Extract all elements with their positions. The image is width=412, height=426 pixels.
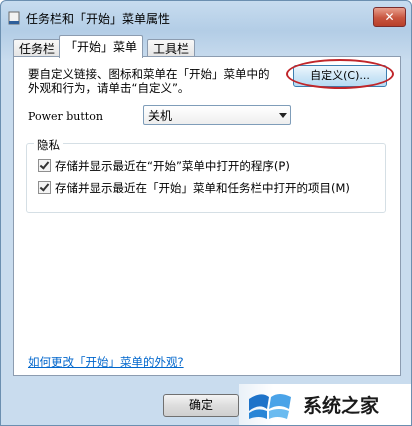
checkbox-items[interactable] <box>38 181 51 194</box>
power-button-value: 关机 <box>148 109 173 123</box>
customize-description: 要自定义链接、图标和菜单在「开始」菜单中的 外观和行为，请单击“自定义”。 <box>28 67 298 95</box>
window-title: 任务栏和「开始」菜单属性 <box>26 12 171 26</box>
privacy-group-title: 隐私 <box>34 137 63 153</box>
description-line-1: 要自定义链接、图标和菜单在「开始」菜单中的 <box>28 67 270 81</box>
ok-button[interactable]: 确定 <box>163 394 239 417</box>
customize-button[interactable]: 自定义(C)... <box>293 65 387 87</box>
checkbox-programs[interactable] <box>38 159 51 172</box>
privacy-option-items[interactable]: 存储并显示最近在「开始」菜单和任务栏中打开的项目(M) <box>38 180 350 196</box>
tab-start-menu[interactable]: 「开始」菜单 <box>59 35 144 58</box>
description-line-2: 外观和行为，请单击“自定义”。 <box>28 81 190 95</box>
start-menu-panel: 要自定义链接、图标和菜单在「开始」菜单中的 外观和行为，请单击“自定义”。 自定… <box>13 56 401 376</box>
close-button[interactable]: ✕ <box>373 7 406 27</box>
windows-logo-icon <box>249 394 291 419</box>
power-button-label: Power button <box>28 110 103 123</box>
taskbar-properties-icon <box>8 11 20 25</box>
power-button-select[interactable]: 关机 <box>143 105 291 125</box>
privacy-group <box>26 143 386 213</box>
watermark-text: 系统之家 <box>303 395 380 417</box>
privacy-option-programs[interactable]: 存储并显示最近在“开始”菜单中打开的程序(P) <box>38 158 290 174</box>
properties-window: 任务栏和「开始」菜单属性 ✕ 任务栏 「开始」菜单 工具栏 要自定义链接、图标和… <box>0 0 412 426</box>
privacy-option-items-label: 存储并显示最近在「开始」菜单和任务栏中打开的项目(M) <box>55 181 350 195</box>
help-link[interactable]: 如何更改「开始」菜单的外观? <box>28 354 184 370</box>
watermark: 系统之家 <box>239 384 411 425</box>
privacy-option-programs-label: 存储并显示最近在“开始”菜单中打开的程序(P) <box>55 159 290 173</box>
title-bar[interactable]: 任务栏和「开始」菜单属性 ✕ <box>1 1 411 33</box>
chevron-down-icon <box>279 113 287 118</box>
